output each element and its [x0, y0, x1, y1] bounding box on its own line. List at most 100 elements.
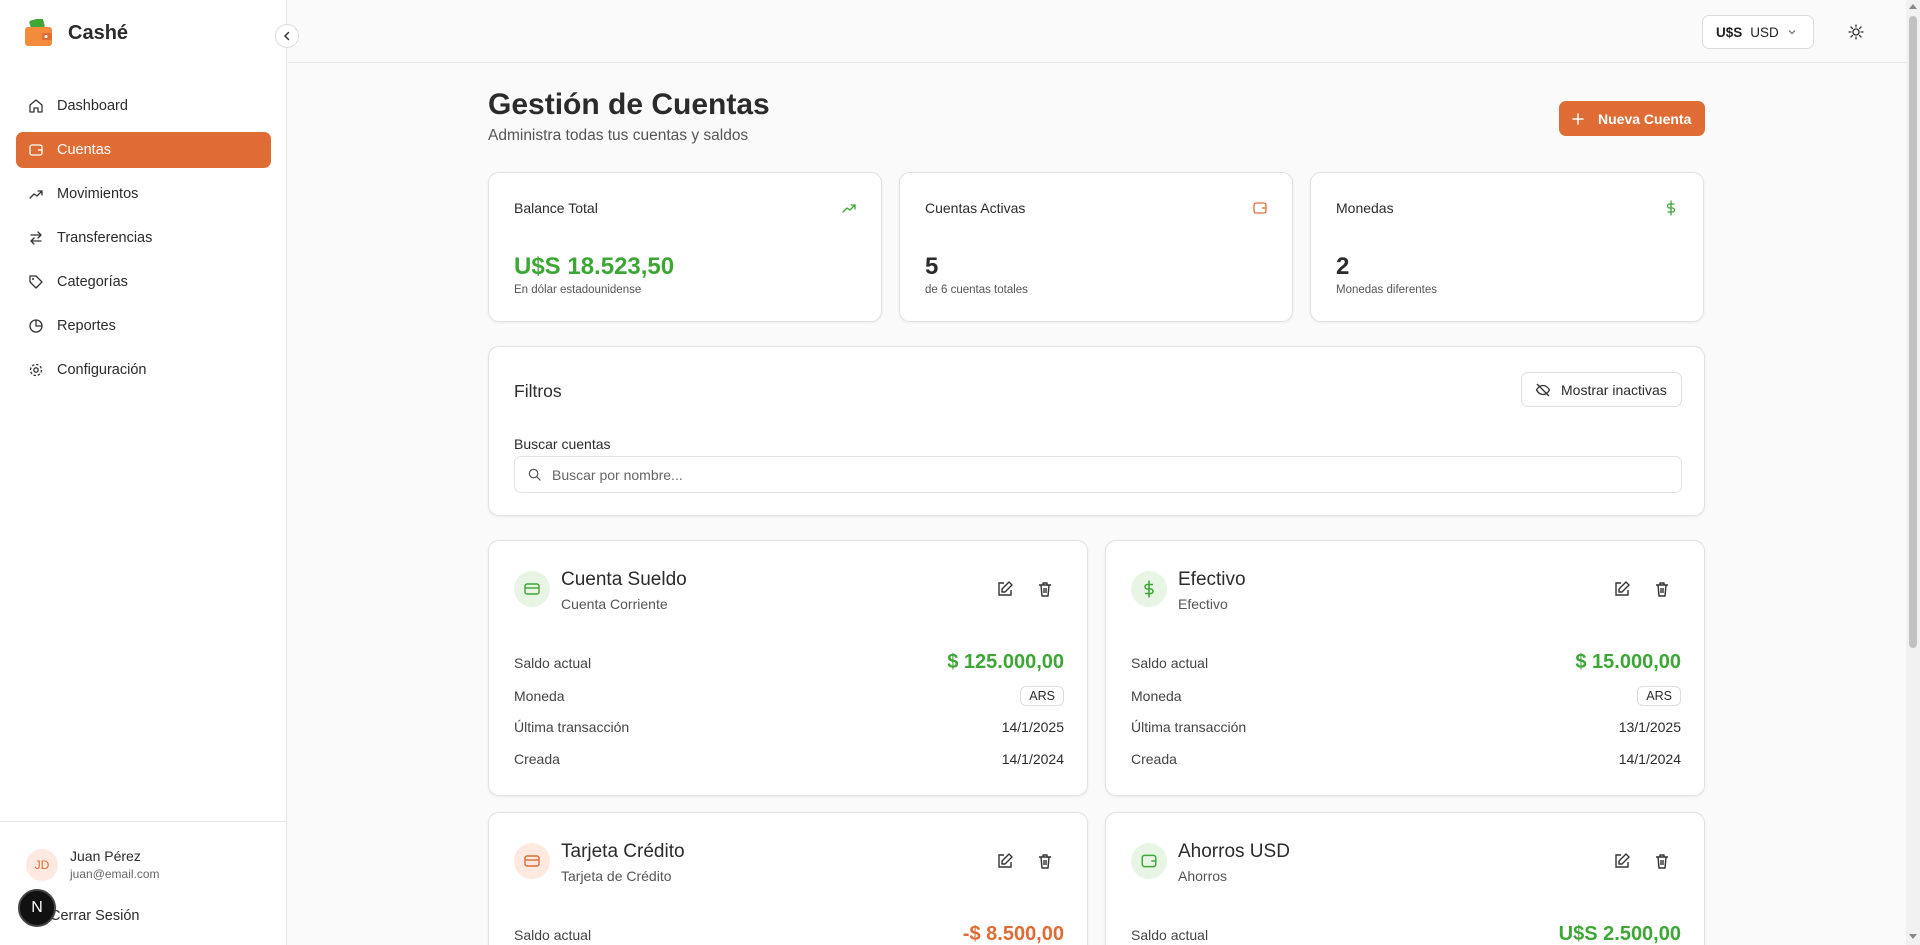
currency-label: Moneda: [514, 688, 565, 704]
account-card[interactable]: Efectivo Efectivo Saldo actual $ 15.000,…: [1105, 540, 1705, 796]
created-label: Creada: [514, 751, 560, 767]
balance-label: Saldo actual: [514, 654, 592, 671]
edit-icon[interactable]: [1613, 852, 1631, 870]
gear-icon: [29, 363, 43, 377]
page-title: Gestión de Cuentas: [488, 88, 770, 121]
eye-off-icon: [1535, 383, 1551, 396]
scroll-up-arrow-icon[interactable]: [1909, 4, 1917, 9]
last-tx-row: Última transacción 13/1/2025: [1131, 719, 1681, 735]
next-dev-badge[interactable]: N: [18, 889, 56, 927]
account-name: Cuenta Sueldo: [561, 569, 687, 590]
sidebar-item-movimientos[interactable]: Movimientos: [16, 176, 271, 212]
edit-icon[interactable]: [1613, 580, 1631, 598]
trash-icon[interactable]: [1036, 580, 1054, 598]
account-card[interactable]: Ahorros USD Ahorros Saldo actual U$S 2.5…: [1105, 812, 1705, 945]
balance-label: Saldo actual: [514, 926, 592, 943]
trash-icon[interactable]: [1653, 852, 1671, 870]
currency-code: USD: [1750, 24, 1779, 40]
pie-chart-icon: [29, 319, 43, 333]
stat-card-balance: Balance Total U$S 18.523,50 En dólar est…: [488, 172, 882, 322]
avatar: JD: [26, 848, 58, 881]
sidebar-item-label: Dashboard: [57, 98, 128, 114]
new-account-label: Nueva Cuenta: [1598, 110, 1692, 127]
stat-label: Monedas: [1336, 200, 1394, 216]
balance-value: $ 15.000,00: [1575, 651, 1681, 673]
currency-row: Moneda ARS: [1131, 686, 1681, 706]
collapse-sidebar-button[interactable]: [275, 24, 299, 48]
chevron-down-icon: [1788, 30, 1796, 35]
balance-value: $ 125.000,00: [947, 651, 1064, 673]
balance-row: Saldo actual U$S 2.500,00: [1131, 923, 1681, 945]
search-box: [514, 456, 1682, 493]
currency-row: Moneda ARS: [514, 686, 1064, 706]
edit-icon[interactable]: [996, 852, 1014, 870]
wallet-icon: [1141, 854, 1157, 868]
sidebar-item-transferencias[interactable]: Transferencias: [16, 220, 271, 256]
account-type: Ahorros: [1178, 868, 1228, 884]
currency-selector[interactable]: U$S USD: [1702, 15, 1814, 49]
balance-label: Saldo actual: [1131, 926, 1209, 943]
account-icon-wrap: [1131, 571, 1167, 607]
wallet-icon: [1253, 202, 1267, 214]
stat-value: 2: [1336, 253, 1350, 280]
balance-value: U$S 2.500,00: [1558, 923, 1681, 945]
search-input[interactable]: [552, 466, 1652, 483]
account-type: Efectivo: [1178, 596, 1228, 612]
show-inactive-button[interactable]: Mostrar inactivas: [1521, 372, 1682, 407]
stat-desc: Monedas diferentes: [1336, 284, 1438, 296]
trending-up-icon: [29, 190, 43, 199]
credit-card-icon: [524, 583, 540, 595]
account-type: Tarjeta de Crédito: [561, 868, 672, 884]
account-icon-wrap: [514, 571, 550, 607]
wallet-logo-icon: [25, 17, 54, 47]
scroll-down-arrow-icon[interactable]: [1909, 934, 1917, 939]
account-card[interactable]: Tarjeta Crédito Tarjeta de Crédito Saldo…: [488, 812, 1088, 945]
sidebar-item-label: Cuentas: [57, 142, 112, 158]
balance-label: Saldo actual: [1131, 654, 1209, 671]
scroll-thumb[interactable]: [1909, 16, 1917, 648]
sidebar-item-categorias[interactable]: Categorías: [16, 264, 271, 300]
home-icon: [29, 99, 43, 113]
credit-card-icon: [524, 855, 540, 867]
arrows-left-right-icon: [30, 231, 42, 245]
sidebar-item-label: Transferencias: [57, 230, 153, 246]
sidebar-footer: JD Juan Pérez juan@email.com Cerrar Sesi…: [0, 821, 287, 945]
sidebar-item-label: Configuración: [57, 362, 147, 378]
sidebar-item-reportes[interactable]: Reportes: [16, 308, 271, 344]
sidebar-item-dashboard[interactable]: Dashboard: [16, 88, 271, 124]
sidebar-item-label: Categorías: [57, 274, 128, 290]
trash-icon[interactable]: [1036, 852, 1054, 870]
stat-card-active-accounts: Cuentas Activas 5 de 6 cuentas totales: [899, 172, 1293, 322]
stat-value: 5: [925, 253, 939, 280]
user-profile[interactable]: JD Juan Pérez juan@email.com: [26, 848, 160, 881]
last-tx-value: 13/1/2025: [1618, 719, 1681, 735]
balance-row: Saldo actual $ 125.000,00: [514, 651, 1064, 674]
account-card[interactable]: Cuenta Sueldo Cuenta Corriente Saldo act…: [488, 540, 1088, 796]
edit-icon[interactable]: [996, 580, 1014, 598]
account-name: Ahorros USD: [1178, 841, 1290, 862]
filters-panel: Filtros Mostrar inactivas Buscar cuentas: [488, 346, 1705, 516]
account-name: Efectivo: [1178, 569, 1246, 590]
sidebar-item-cuentas[interactable]: Cuentas: [16, 132, 271, 168]
filters-title: Filtros: [514, 381, 562, 401]
last-tx-label: Última transacción: [514, 719, 630, 735]
brand[interactable]: Cashé: [25, 16, 128, 50]
created-label: Creada: [1131, 751, 1177, 767]
last-tx-value: 14/1/2025: [1001, 719, 1064, 735]
stat-value: U$S 18.523,50: [514, 253, 675, 280]
logout-button[interactable]: Cerrar Sesión: [50, 908, 139, 924]
account-icon-wrap: [514, 843, 550, 879]
theme-toggle-button[interactable]: [1844, 20, 1868, 44]
stat-desc: En dólar estadounidense: [514, 284, 642, 296]
trash-icon[interactable]: [1653, 580, 1671, 598]
currency-badge: ARS: [1637, 686, 1681, 706]
user-email: juan@email.com: [70, 867, 160, 881]
page-scrollbar[interactable]: [1906, 0, 1920, 945]
currency-symbol: U$S: [1716, 24, 1743, 40]
new-account-button[interactable]: Nueva Cuenta: [1559, 101, 1705, 136]
top-bar: U$S USD: [288, 0, 1908, 63]
search-icon: [528, 468, 541, 481]
page-subtitle: Administra todas tus cuentas y saldos: [488, 127, 749, 144]
created-row: Creada 14/1/2024: [1131, 751, 1681, 767]
sidebar-item-configuracion[interactable]: Configuración: [16, 352, 271, 388]
